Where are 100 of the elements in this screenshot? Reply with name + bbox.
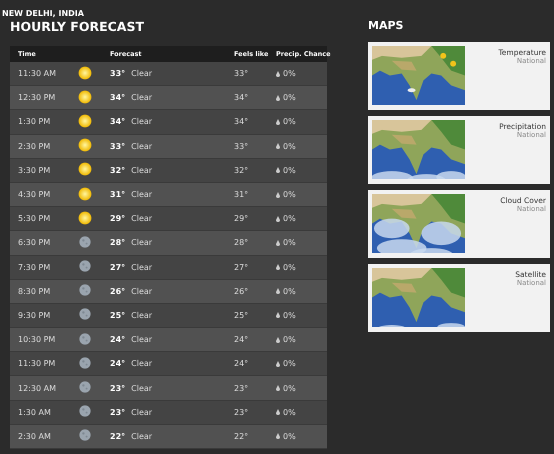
temperature: 29° bbox=[110, 214, 126, 224]
temperature: 33° bbox=[110, 69, 126, 78]
time-cell-text: 5:30 PM bbox=[18, 214, 52, 224]
precip-cell: 0% bbox=[283, 408, 296, 417]
drop-icon bbox=[276, 288, 280, 294]
sun-icon bbox=[77, 88, 93, 105]
temperature: 34° bbox=[110, 117, 126, 126]
condition: Clear bbox=[131, 190, 152, 200]
drop-icon bbox=[276, 385, 280, 392]
precip-cell: 0% bbox=[283, 384, 296, 393]
moon-icon bbox=[77, 379, 93, 396]
temperature: 23° bbox=[110, 384, 126, 393]
time-cell-text: 6:30 PM bbox=[18, 238, 52, 248]
temperature: 27° bbox=[110, 262, 126, 272]
condition: Clear bbox=[131, 359, 152, 368]
precip-cell: 0% bbox=[283, 286, 296, 296]
feels-like-cell-text: 24° bbox=[234, 335, 250, 344]
feels-like-cell-text: 23° bbox=[234, 408, 250, 417]
feels-like-cell-text: 23° bbox=[234, 384, 250, 393]
drop-icon bbox=[276, 360, 280, 367]
drop-icon bbox=[276, 312, 280, 318]
temperature: 24° bbox=[110, 335, 126, 344]
condition: Clear bbox=[131, 93, 152, 102]
precip-cell: 0% bbox=[283, 190, 296, 200]
drop-icon bbox=[276, 409, 280, 416]
condition: Clear bbox=[131, 310, 152, 320]
condition: Clear bbox=[131, 117, 152, 126]
temperature: 23° bbox=[110, 408, 126, 417]
drop-icon bbox=[276, 433, 280, 440]
drop-icon bbox=[276, 167, 280, 174]
condition: Clear bbox=[131, 166, 152, 175]
condition: Clear bbox=[131, 262, 152, 272]
time-cell-text: 3:30 PM bbox=[18, 166, 52, 175]
time-cell-text: 10:30 PM bbox=[18, 335, 56, 344]
precip-cell: 0% bbox=[283, 432, 296, 441]
page-title: HOURLY FORECAST bbox=[10, 19, 145, 34]
precip-cell: 0% bbox=[283, 166, 296, 175]
moon-icon bbox=[77, 258, 93, 274]
feels-like-cell-text: 34° bbox=[234, 93, 250, 102]
sun-icon bbox=[77, 210, 93, 226]
location-label: NEW DELHI, INDIA bbox=[2, 9, 85, 18]
temperature: 31° bbox=[110, 190, 126, 200]
condition: Clear bbox=[131, 214, 152, 224]
time-cell-text: 12:30 AM bbox=[18, 384, 57, 393]
feels-like-cell-text: 34° bbox=[234, 117, 250, 126]
time-cell-text: 11:30 AM bbox=[18, 69, 57, 78]
time-cell-text: 2:30 AM bbox=[18, 432, 52, 441]
precip-cell: 0% bbox=[283, 142, 296, 151]
feels-like-cell-text: 27° bbox=[234, 262, 250, 272]
moon-icon bbox=[77, 403, 93, 420]
time-cell-text: 8:30 PM bbox=[18, 286, 52, 296]
precip-cell: 0% bbox=[283, 214, 296, 224]
condition: Clear bbox=[131, 335, 152, 344]
moon-icon bbox=[77, 330, 93, 347]
condition: Clear bbox=[131, 142, 152, 151]
condition: Clear bbox=[131, 69, 152, 78]
moon-icon bbox=[77, 427, 93, 444]
temperature: 26° bbox=[110, 286, 126, 296]
moon-icon bbox=[77, 354, 93, 371]
time-cell-text: 1:30 AM bbox=[18, 408, 52, 417]
feels-like-cell-text: 31° bbox=[234, 190, 250, 200]
temperature: 33° bbox=[110, 142, 126, 151]
drop-icon bbox=[276, 240, 280, 246]
drop-icon bbox=[276, 118, 280, 125]
precip-cell: 0% bbox=[283, 238, 296, 248]
time-cell-text: 1:30 PM bbox=[18, 117, 52, 126]
drop-icon bbox=[276, 143, 280, 150]
feels-like-cell-text: 33° bbox=[234, 69, 250, 78]
maps-title: MAPS bbox=[368, 19, 404, 32]
time-cell-text: 11:30 PM bbox=[18, 359, 56, 368]
condition: Clear bbox=[131, 384, 152, 393]
precip-cell: 0% bbox=[283, 93, 296, 102]
feels-like-cell-text: 28° bbox=[234, 238, 250, 248]
feels-like-cell-text: 26° bbox=[234, 286, 250, 296]
condition: Clear bbox=[131, 286, 152, 296]
sun-icon bbox=[77, 112, 93, 129]
drop-icon bbox=[276, 216, 280, 222]
time-cell-text: 12:30 PM bbox=[18, 93, 56, 102]
temperature: 28° bbox=[110, 238, 126, 248]
precip-cell: 0% bbox=[283, 335, 296, 344]
moon-icon bbox=[77, 306, 93, 322]
time-cell-text: 2:30 PM bbox=[18, 142, 52, 151]
temperature: 24° bbox=[110, 359, 126, 368]
time-cell-text: 9:30 PM bbox=[18, 310, 52, 320]
drop-icon bbox=[276, 336, 280, 343]
temperature: 34° bbox=[110, 93, 126, 102]
precip-cell: 0% bbox=[283, 359, 296, 368]
feels-like-cell-text: 24° bbox=[234, 359, 250, 368]
condition: Clear bbox=[131, 408, 152, 417]
feels-like-cell-text: 33° bbox=[234, 142, 250, 151]
drop-icon bbox=[276, 70, 280, 77]
drop-icon bbox=[276, 192, 280, 198]
moon-icon bbox=[77, 234, 93, 250]
condition: Clear bbox=[131, 432, 152, 441]
precip-cell: 0% bbox=[283, 310, 296, 320]
feels-like-cell-text: 29° bbox=[234, 214, 250, 224]
time-cell-text: 7:30 PM bbox=[18, 262, 52, 272]
time-cell-text: 4:30 PM bbox=[18, 190, 52, 200]
sun-icon bbox=[77, 64, 93, 81]
feels-like-cell-text: 22° bbox=[234, 432, 250, 441]
